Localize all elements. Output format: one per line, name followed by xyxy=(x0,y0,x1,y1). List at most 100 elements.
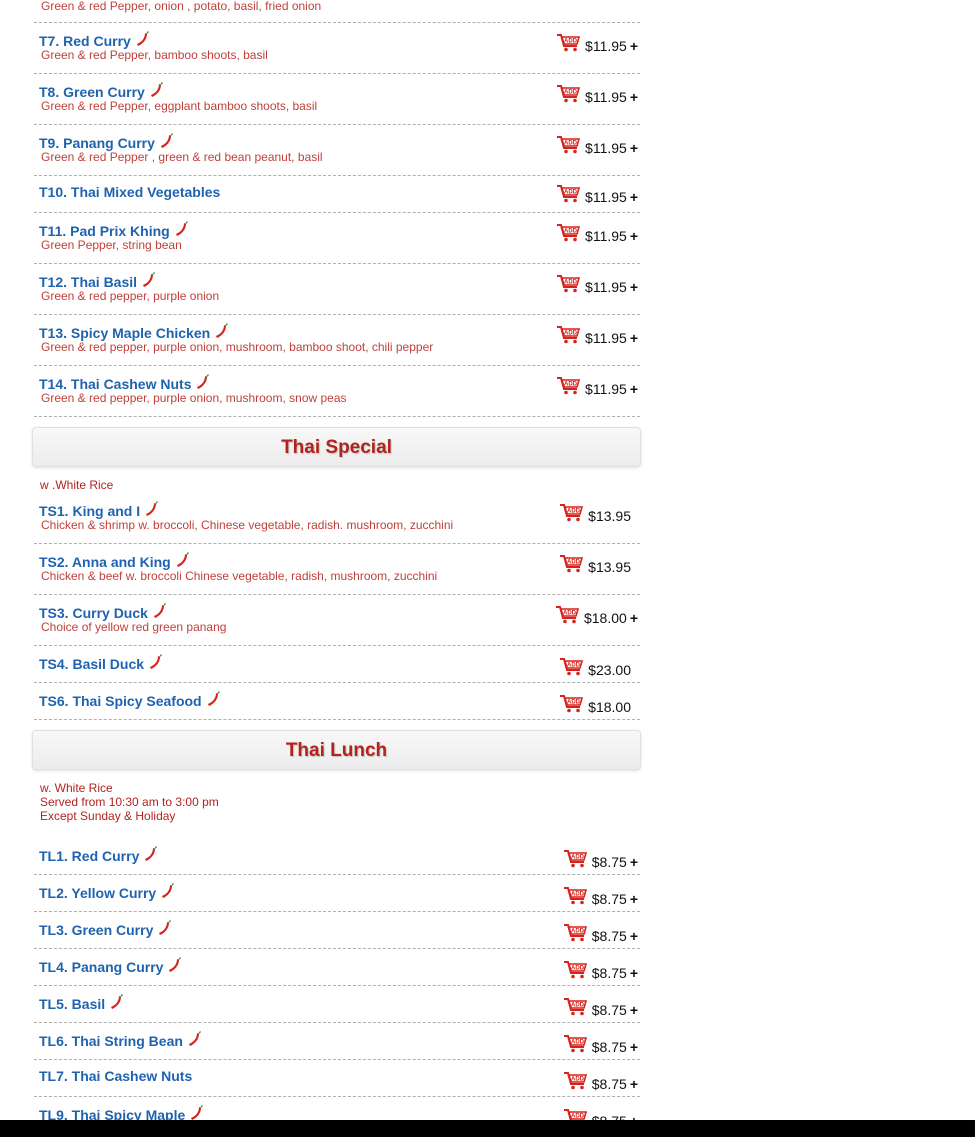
options-plus-button[interactable]: + xyxy=(630,965,638,981)
add-to-cart-icon[interactable]: ADD xyxy=(563,1108,588,1120)
item-name-label: TS4. Basil Duck xyxy=(39,656,145,672)
item-name-label: T11. Pad Prix Khing xyxy=(39,223,170,239)
add-to-cart-icon[interactable]: ADD xyxy=(556,184,581,204)
menu-item-row: TL1. Red Curry ADD $8.75 + xyxy=(34,838,640,875)
options-plus-button[interactable]: + xyxy=(630,1113,638,1120)
item-name-label: TS1. King and I xyxy=(39,503,141,519)
options-plus-button[interactable]: + xyxy=(630,140,638,156)
add-to-cart-icon[interactable]: ADD xyxy=(559,554,584,574)
menu-item-row: T13. Spicy Maple Chicken Green & red pepp… xyxy=(34,315,640,366)
svg-text:ADD: ADD xyxy=(563,611,577,617)
svg-text:ADD: ADD xyxy=(564,39,578,45)
menu-item-name[interactable]: TL1. Red Curry xyxy=(39,846,158,865)
item-name-label: T13. Spicy Maple Chicken xyxy=(39,325,211,341)
item-name-label: TL3. Green Curry xyxy=(39,922,154,938)
add-to-cart-icon[interactable]: ADD xyxy=(556,325,581,345)
chili-pepper-icon xyxy=(189,1105,204,1120)
price-group: ADD $13.95 xyxy=(559,554,631,575)
add-to-cart-icon[interactable]: ADD xyxy=(556,223,581,243)
options-plus-button[interactable]: + xyxy=(630,928,638,944)
section-note: w .White Rice xyxy=(40,478,114,492)
menu-item-row: TS2. Anna and King Chicken & beef w. broc… xyxy=(34,544,640,595)
menu-item-name[interactable]: TS4. Basil Duck xyxy=(39,654,163,673)
price-group: ADD $11.95 + xyxy=(556,135,638,156)
options-plus-button[interactable]: + xyxy=(630,279,638,295)
add-to-cart-icon[interactable]: ADD xyxy=(556,33,581,53)
options-plus-button[interactable]: + xyxy=(630,330,638,346)
svg-text:ADD: ADD xyxy=(564,141,578,147)
svg-text:ADD: ADD xyxy=(564,229,578,235)
item-price: $8.75 xyxy=(591,1039,627,1055)
section-note: w. White Rice Served from 10:30 am to 3:… xyxy=(40,781,219,823)
options-plus-button[interactable]: + xyxy=(630,189,638,205)
bottom-bar xyxy=(0,1120,975,1137)
item-description: Green & red pepper, purple onion xyxy=(41,289,220,303)
menu-item-name[interactable]: TL3. Green Curry xyxy=(39,920,172,939)
menu-row-partial: Green & red Pepper, onion , potato, basi… xyxy=(34,0,640,23)
options-plus-button[interactable]: + xyxy=(630,891,638,907)
menu-item-row: TS1. King and I Chicken & shrimp w. brocc… xyxy=(34,493,640,544)
add-to-cart-icon[interactable]: ADD xyxy=(563,960,588,980)
add-to-cart-icon[interactable]: ADD xyxy=(556,84,581,104)
add-to-cart-icon[interactable]: ADD xyxy=(556,376,581,396)
menu-item-name[interactable]: TS6. Thai Spicy Seafood xyxy=(39,691,221,710)
item-price: $11.95 xyxy=(585,38,627,54)
add-to-cart-icon[interactable]: ADD xyxy=(563,923,588,943)
menu-container: Green & red Pepper, onion , potato, basi… xyxy=(0,0,975,1120)
menu-item-name[interactable]: TL9. Thai Spicy Maple xyxy=(39,1105,204,1120)
svg-text:ADD: ADD xyxy=(564,280,578,286)
section-header-thai-lunch: Thai Lunch xyxy=(32,730,641,770)
add-to-cart-icon[interactable]: ADD xyxy=(559,657,584,677)
options-plus-button[interactable]: + xyxy=(630,1039,638,1055)
menu-item-name[interactable]: TL7. Thai Cashew Nuts xyxy=(39,1068,192,1084)
item-name-label: T9. Panang Curry xyxy=(39,135,155,151)
item-price: $8.75 xyxy=(591,854,627,870)
options-plus-button[interactable]: + xyxy=(630,89,638,105)
price-group: ADD $8.75+ xyxy=(563,1034,638,1055)
price-group: ADD $8.75+ xyxy=(563,1108,638,1120)
add-to-cart-icon[interactable]: ADD xyxy=(563,886,588,906)
note-line: Served from 10:30 am to 3:00 pm xyxy=(40,795,219,809)
menu-item-name[interactable]: TL6. Thai String Bean xyxy=(39,1031,202,1050)
item-name-label: T7. Red Curry xyxy=(39,33,131,49)
chili-pepper-icon xyxy=(143,846,158,865)
menu-item-name[interactable]: TL4. Panang Curry xyxy=(39,957,182,976)
add-to-cart-icon[interactable]: ADD xyxy=(556,135,581,155)
add-to-cart-icon[interactable]: ADD xyxy=(563,849,588,869)
add-to-cart-icon[interactable]: ADD xyxy=(556,274,581,294)
price-group: ADD $11.95 + xyxy=(556,325,638,346)
options-plus-button[interactable]: + xyxy=(630,381,638,397)
svg-text:ADD: ADD xyxy=(571,892,585,898)
item-price: $8.75 xyxy=(591,891,627,907)
price-group: ADD $8.75+ xyxy=(563,960,638,981)
menu-item-name[interactable]: TL5. Basil xyxy=(39,994,124,1013)
item-name-label: TL2. Yellow Curry xyxy=(39,885,157,901)
svg-text:ADD: ADD xyxy=(564,190,578,196)
add-to-cart-icon[interactable]: ADD xyxy=(559,694,584,714)
item-description: Green & red Pepper, onion , potato, basi… xyxy=(41,0,322,13)
add-to-cart-icon[interactable]: ADD xyxy=(563,997,588,1017)
item-name-label: T12. Thai Basil xyxy=(39,274,138,290)
options-plus-button[interactable]: + xyxy=(630,1076,638,1092)
add-to-cart-icon[interactable]: ADD xyxy=(555,605,580,625)
add-to-cart-icon[interactable]: ADD xyxy=(563,1071,588,1091)
options-plus-button[interactable]: + xyxy=(630,1002,638,1018)
add-to-cart-icon[interactable]: ADD xyxy=(559,503,584,523)
options-plus-button[interactable]: + xyxy=(630,610,638,626)
item-name-label: T10. Thai Mixed Vegetables xyxy=(39,184,221,200)
item-price: $18.00 xyxy=(583,610,627,626)
options-plus-button[interactable]: + xyxy=(630,854,638,870)
menu-item-row: TL7. Thai Cashew Nuts ADD $8.75 + xyxy=(34,1060,640,1097)
chili-pepper-icon xyxy=(160,883,175,902)
add-to-cart-icon[interactable]: ADD xyxy=(563,1034,588,1054)
item-price: $8.75 xyxy=(592,1113,627,1120)
price-group: ADD $11.95 + xyxy=(556,184,638,205)
menu-item-name[interactable]: T10. Thai Mixed Vegetables xyxy=(39,184,220,200)
menu-item-name[interactable]: TL2. Yellow Curry xyxy=(39,883,175,902)
options-plus-button[interactable]: + xyxy=(630,228,638,244)
menu-item-row: TL2. Yellow Curry ADD $8.75 + xyxy=(34,875,640,912)
svg-text:ADD: ADD xyxy=(567,509,581,515)
item-name-label: TL1. Red Curry xyxy=(39,848,140,864)
item-price: $23.00 xyxy=(588,662,631,678)
options-plus-button[interactable]: + xyxy=(630,38,638,54)
